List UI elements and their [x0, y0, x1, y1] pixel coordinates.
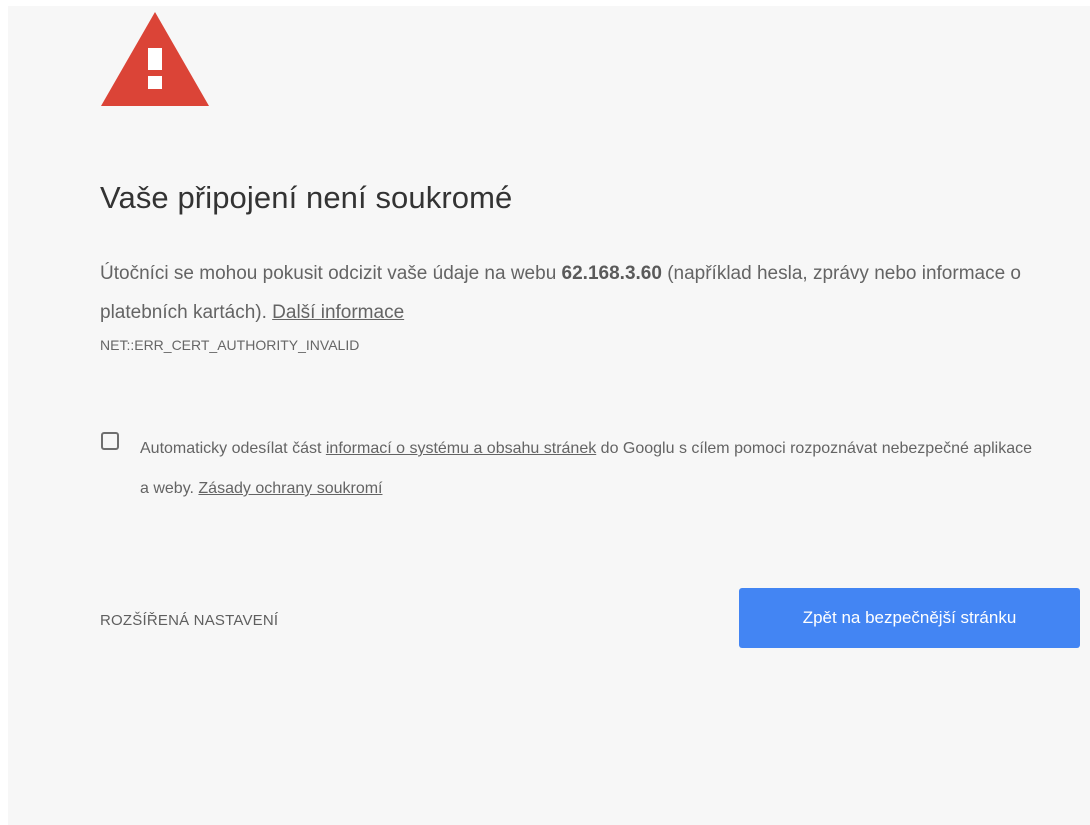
privacy-policy-link[interactable]: Zásady ochrany soukromí [198, 480, 382, 497]
send-reports-label: Automaticky odesílat část informací o sy… [140, 429, 1040, 509]
description-text-before: Útočníci se mohou pokusit odcizit vaše ú… [100, 263, 562, 284]
main-message: Útočníci se mohou pokusit odcizit vaše ú… [100, 254, 1060, 332]
send-reports-checkbox[interactable] [101, 432, 119, 450]
back-to-safety-button[interactable]: Zpět na bezpečnější stránku [739, 588, 1080, 648]
learn-more-link[interactable]: Další informace [272, 302, 404, 323]
optin-text-before: Automaticky odesílat část [140, 440, 326, 457]
interstitial-page: Vaše připojení není soukromé Útočníci se… [8, 6, 1090, 825]
host-name: 62.168.3.60 [561, 263, 662, 284]
advanced-settings-button[interactable]: ROZŠÍŘENÁ NASTAVENÍ [100, 612, 278, 629]
page-title: Vaše připojení není soukromé [100, 180, 513, 215]
system-info-link[interactable]: informací o systému a obsahu stránek [326, 440, 596, 457]
error-code: NET::ERR_CERT_AUTHORITY_INVALID [100, 337, 360, 353]
warning-triangle-icon [101, 12, 209, 106]
